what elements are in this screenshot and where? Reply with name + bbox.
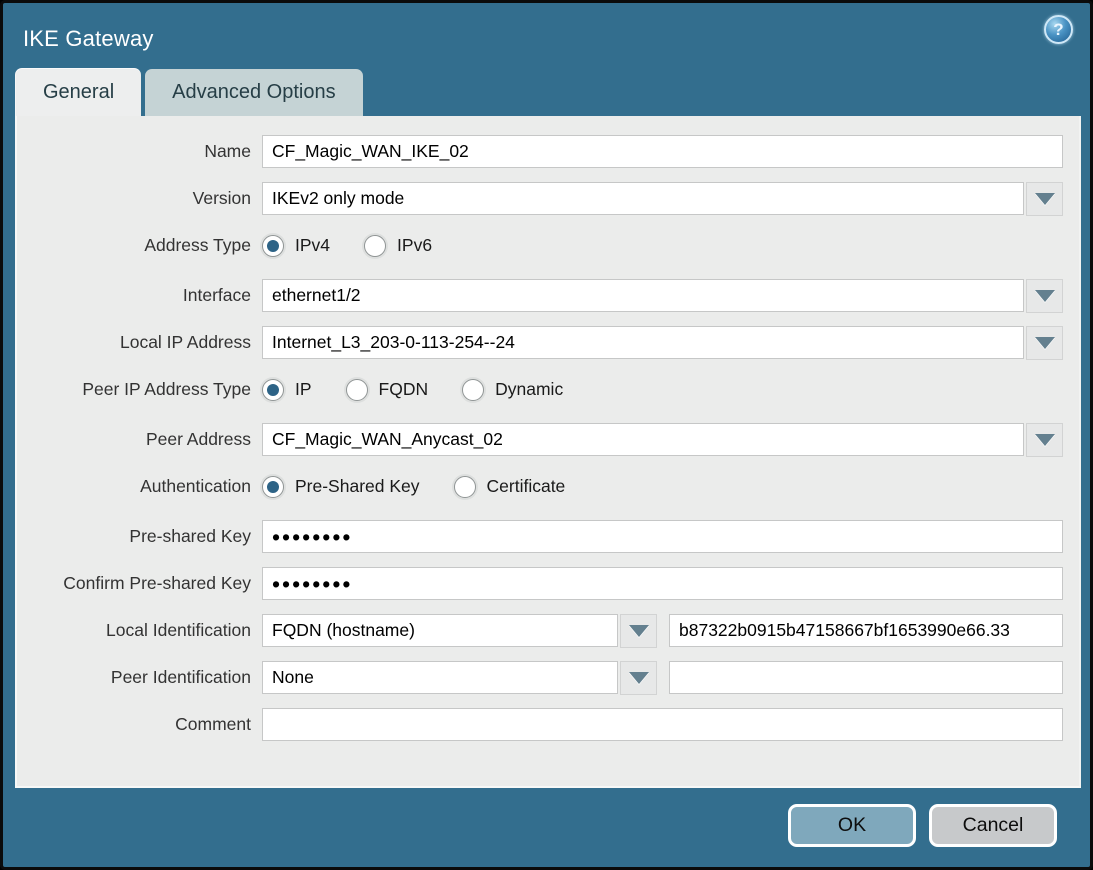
field-row-comment: Comment [17,708,1063,741]
radio-certificate[interactable] [454,476,476,498]
chevron-down-icon [1035,337,1055,349]
local-ip-select[interactable] [262,326,1024,359]
dialog-footer: OK Cancel [3,788,1090,847]
peer-identification-type-select[interactable] [262,661,618,694]
radio-peer-dynamic-label: Dynamic [495,379,563,400]
field-row-peer-address: Peer Address [17,423,1063,456]
radio-ipv6[interactable] [364,235,386,257]
cancel-button[interactable]: Cancel [929,804,1057,847]
chevron-down-icon [1035,290,1055,302]
local-identification-value-input[interactable] [669,614,1063,647]
chevron-down-icon [629,625,649,637]
dialog-titlebar: IKE Gateway ? [3,3,1090,68]
peer-address-label: Peer Address [17,429,262,450]
field-row-address-type: Address Type IPv4 IPv6 [17,229,1063,262]
comment-input[interactable] [262,708,1063,741]
radio-peer-dynamic[interactable] [462,379,484,401]
ok-button[interactable]: OK [788,804,916,847]
ike-gateway-dialog: IKE Gateway ? General Advanced Options N… [0,0,1093,870]
peer-address-select[interactable] [262,423,1024,456]
interface-label: Interface [17,285,262,306]
radio-peer-ip[interactable] [262,379,284,401]
version-dropdown-button[interactable] [1026,182,1063,216]
interface-select[interactable] [262,279,1024,312]
help-icon[interactable]: ? [1044,15,1073,44]
interface-dropdown-button[interactable] [1026,279,1063,313]
preshared-key-label: Pre-shared Key [17,526,262,547]
comment-label: Comment [17,714,262,735]
local-identification-label: Local Identification [17,620,262,641]
local-identification-type-select[interactable] [262,614,618,647]
local-ip-dropdown-button[interactable] [1026,326,1063,360]
peer-address-dropdown-button[interactable] [1026,423,1063,457]
radio-peer-fqdn-label: FQDN [379,379,429,400]
field-row-peer-identification: Peer Identification [17,661,1063,694]
field-row-peer-ip-type: Peer IP Address Type IP FQDN Dynamic [17,373,1063,406]
field-row-preshared-key: Pre-shared Key [17,520,1063,553]
radio-ipv4[interactable] [262,235,284,257]
peer-identification-dropdown-button[interactable] [620,661,657,695]
name-input[interactable] [262,135,1063,168]
chevron-down-icon [629,672,649,684]
dialog-title: IKE Gateway [23,26,154,52]
field-row-confirm-preshared-key: Confirm Pre-shared Key [17,567,1063,600]
confirm-preshared-key-input[interactable] [262,567,1063,600]
peer-ip-type-label: Peer IP Address Type [17,379,262,400]
radio-ipv6-label: IPv6 [397,235,432,256]
chevron-down-icon [1035,193,1055,205]
version-select[interactable] [262,182,1024,215]
name-label: Name [17,141,262,162]
confirm-preshared-key-label: Confirm Pre-shared Key [17,573,262,594]
radio-ipv4-label: IPv4 [295,235,330,256]
radio-preshared-key-label: Pre-Shared Key [295,476,420,497]
field-row-version: Version [17,182,1063,215]
field-row-name: Name [17,135,1063,168]
tab-bar: General Advanced Options [3,68,1090,116]
field-row-local-ip: Local IP Address [17,326,1063,359]
field-row-authentication: Authentication Pre-Shared Key Certificat… [17,470,1063,503]
authentication-label: Authentication [17,476,262,497]
radio-preshared-key[interactable] [262,476,284,498]
chevron-down-icon [1035,434,1055,446]
radio-certificate-label: Certificate [487,476,566,497]
peer-identification-label: Peer Identification [17,667,262,688]
local-ip-label: Local IP Address [17,332,262,353]
address-type-label: Address Type [17,235,262,256]
version-label: Version [17,188,262,209]
tab-general[interactable]: General [15,68,141,116]
field-row-local-identification: Local Identification [17,614,1063,647]
peer-identification-value-input[interactable] [669,661,1063,694]
tab-advanced-options[interactable]: Advanced Options [145,69,362,116]
general-tab-panel: Name Version Address Type IPv4 IPv6 [15,116,1081,788]
local-identification-dropdown-button[interactable] [620,614,657,648]
radio-peer-fqdn[interactable] [346,379,368,401]
field-row-interface: Interface [17,279,1063,312]
preshared-key-input[interactable] [262,520,1063,553]
radio-peer-ip-label: IP [295,379,312,400]
